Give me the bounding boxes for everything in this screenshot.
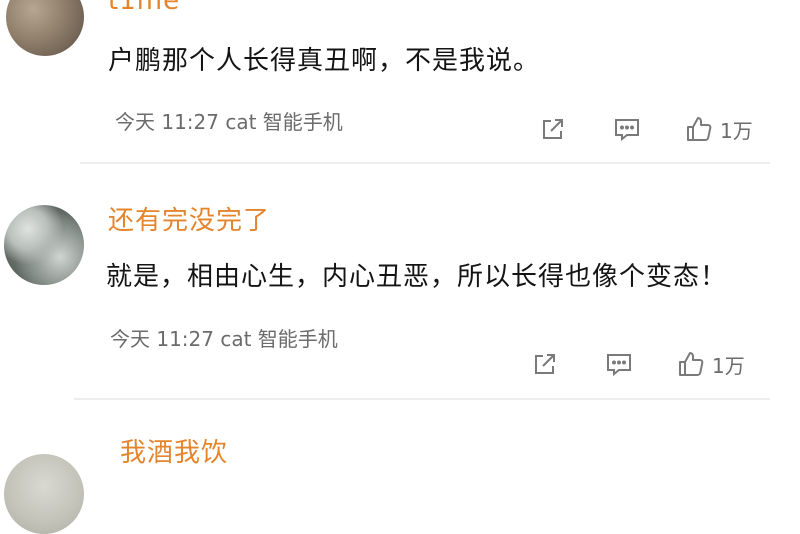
like-count: 1万 xyxy=(720,118,753,143)
avatar[interactable] xyxy=(6,0,84,56)
like-count: 1万 xyxy=(712,353,745,378)
comment-icon[interactable] xyxy=(604,349,634,379)
comment-icon[interactable] xyxy=(612,114,642,144)
share-icon[interactable] xyxy=(530,349,560,379)
comment-actions: 1万 xyxy=(538,114,753,144)
comment-actions: 1万 xyxy=(530,349,745,379)
username[interactable]: 我酒我饮 xyxy=(120,432,228,469)
divider xyxy=(74,398,770,400)
comment-text: 就是，相由心生，内心丑恶，所以长得也像个变态！ xyxy=(106,262,728,292)
divider xyxy=(80,162,770,164)
thumbs-up-icon[interactable] xyxy=(676,349,706,379)
avatar[interactable] xyxy=(4,454,84,534)
share-icon[interactable] xyxy=(538,114,568,144)
username[interactable]: t1me xyxy=(108,0,180,16)
comment-meta: 今天 11:27 cat 智能手机 xyxy=(110,327,338,351)
username[interactable]: 还有完没完了 xyxy=(108,200,270,237)
comment-text: 户鹏那个人长得真丑啊，不是我说。 xyxy=(108,46,541,76)
comment-meta: 今天 11:27 cat 智能手机 xyxy=(115,110,343,134)
thumbs-up-icon[interactable] xyxy=(684,114,714,144)
avatar[interactable] xyxy=(4,205,84,285)
